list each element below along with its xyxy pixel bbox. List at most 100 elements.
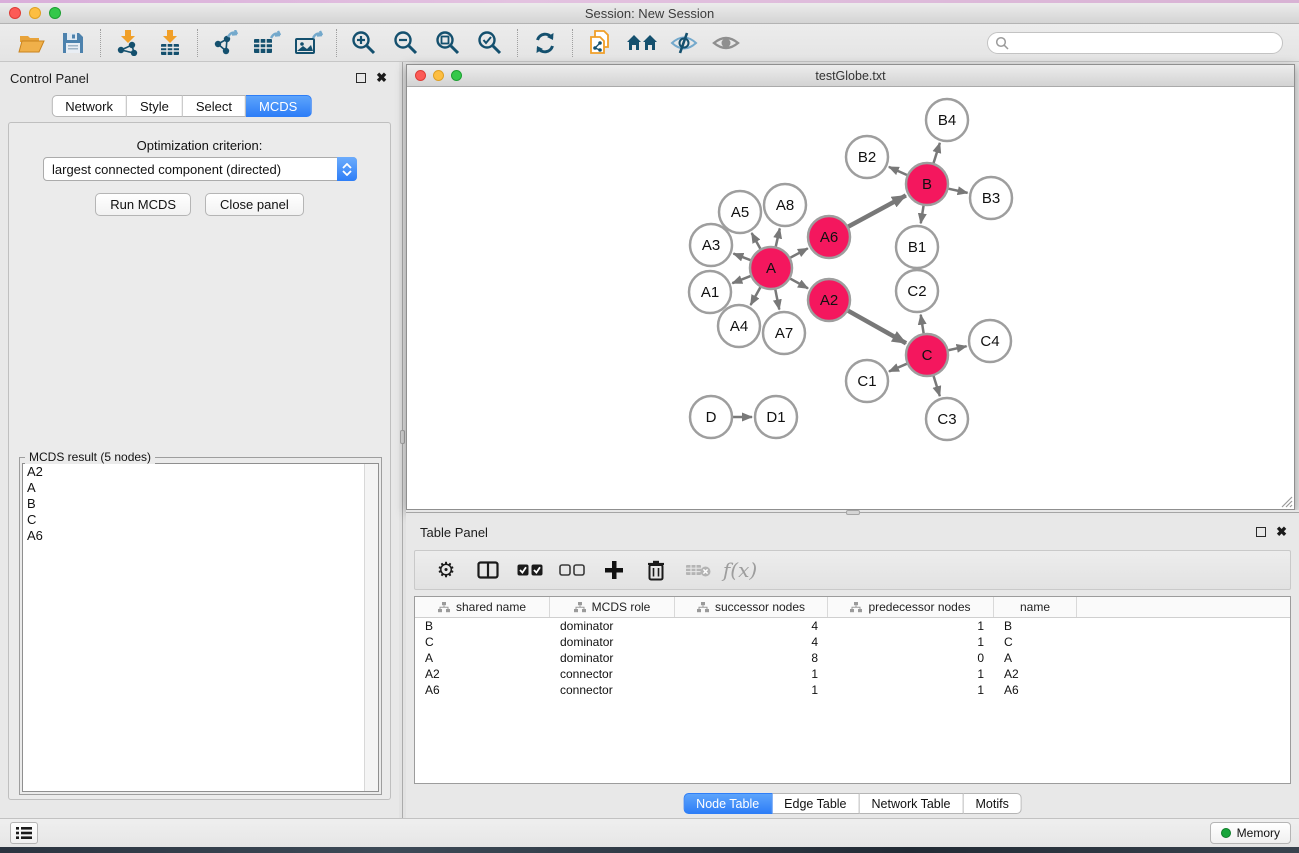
- graph-node-A2[interactable]: A2: [808, 279, 850, 321]
- table-cell[interactable]: dominator: [550, 634, 675, 650]
- save-session-button[interactable]: [52, 27, 94, 59]
- float-panel-icon[interactable]: [1256, 527, 1266, 537]
- graph-node-B4[interactable]: B4: [926, 99, 968, 141]
- table-cell[interactable]: A6: [415, 682, 550, 698]
- table-cell[interactable]: 1: [828, 618, 994, 634]
- refresh-view-button[interactable]: [524, 27, 566, 59]
- import-network-button[interactable]: [107, 27, 149, 59]
- table-cell[interactable]: A: [994, 650, 1077, 666]
- graph-node-B2[interactable]: B2: [846, 136, 888, 178]
- edge-B-B4[interactable]: [933, 143, 940, 166]
- export-network-button[interactable]: [204, 27, 246, 59]
- edge-C-C2[interactable]: [921, 315, 924, 337]
- edge-B-B2[interactable]: [889, 167, 910, 176]
- table-cell[interactable]: C: [994, 634, 1077, 650]
- hide-selection-button[interactable]: [663, 27, 705, 59]
- search-box[interactable]: [987, 32, 1283, 54]
- table-cell[interactable]: dominator: [550, 618, 675, 634]
- splitter-handle[interactable]: [846, 510, 860, 515]
- zoom-selected-button[interactable]: [469, 27, 511, 59]
- tab-mcds[interactable]: MCDS: [246, 95, 311, 117]
- vertical-splitter[interactable]: [399, 62, 406, 818]
- deselect-all-button[interactable]: [555, 555, 589, 585]
- optimization-criterion-select[interactable]: largest connected component (directed): [43, 157, 357, 181]
- graph-node-A[interactable]: A: [750, 247, 792, 289]
- graph-node-D1[interactable]: D1: [755, 396, 797, 438]
- mcds-result-list[interactable]: A2ABCA6: [22, 463, 379, 792]
- edge-A-A7[interactable]: [775, 287, 780, 310]
- graph-node-B[interactable]: B: [906, 163, 948, 205]
- table-cell[interactable]: B: [415, 618, 550, 634]
- select-all-button[interactable]: [513, 555, 547, 585]
- graph-node-A7[interactable]: A7: [763, 312, 805, 354]
- memory-button[interactable]: Memory: [1210, 822, 1291, 844]
- scrollbar[interactable]: [364, 464, 378, 791]
- export-table-button[interactable]: [246, 27, 288, 59]
- graph-node-C2[interactable]: C2: [896, 270, 938, 312]
- mcds-result-item[interactable]: B: [23, 496, 378, 512]
- column-header-predecessor-nodes[interactable]: predecessor nodes: [828, 597, 994, 617]
- open-session-button[interactable]: [10, 27, 52, 59]
- tab-edge-table[interactable]: Edge Table: [772, 793, 859, 814]
- table-row[interactable]: Adominator80A: [415, 650, 1290, 666]
- table-cell[interactable]: connector: [550, 666, 675, 682]
- tab-select[interactable]: Select: [183, 95, 246, 117]
- export-image-button[interactable]: [288, 27, 330, 59]
- table-cell[interactable]: 4: [675, 618, 828, 634]
- splitter-handle[interactable]: [400, 430, 405, 444]
- table-row[interactable]: Bdominator41B: [415, 618, 1290, 634]
- tab-motifs[interactable]: Motifs: [963, 793, 1021, 814]
- graph-node-A4[interactable]: A4: [718, 305, 760, 347]
- edge-A-A2[interactable]: [788, 277, 808, 288]
- edge-A-A4[interactable]: [751, 285, 762, 305]
- graph-node-C[interactable]: C: [906, 334, 948, 376]
- table-cell[interactable]: 4: [675, 634, 828, 650]
- float-panel-icon[interactable]: [356, 73, 366, 83]
- edge-A-A1[interactable]: [732, 275, 753, 283]
- graph-node-A8[interactable]: A8: [764, 184, 806, 226]
- delete-column-button[interactable]: [639, 555, 673, 585]
- mcds-result-item[interactable]: A2: [23, 464, 378, 480]
- table-cell[interactable]: dominator: [550, 650, 675, 666]
- table-cell[interactable]: 8: [675, 650, 828, 666]
- column-header-successor-nodes[interactable]: successor nodes: [675, 597, 828, 617]
- edge-C-C1[interactable]: [889, 363, 910, 372]
- edge-A6-B[interactable]: [846, 195, 906, 228]
- graph-node-A6[interactable]: A6: [808, 216, 850, 258]
- resize-grip-icon[interactable]: [1279, 494, 1293, 508]
- table-row[interactable]: A6connector11A6: [415, 682, 1290, 698]
- graph-node-D[interactable]: D: [690, 396, 732, 438]
- show-task-history-button[interactable]: [10, 822, 38, 844]
- table-cell[interactable]: 1: [828, 666, 994, 682]
- table-options-button[interactable]: ⚙: [429, 555, 463, 585]
- table-cell[interactable]: B: [994, 618, 1077, 634]
- zoom-out-button[interactable]: [385, 27, 427, 59]
- table-cell[interactable]: A2: [994, 666, 1077, 682]
- duplicate-network-button[interactable]: [579, 27, 621, 59]
- tab-style[interactable]: Style: [127, 95, 183, 117]
- edge-A-A6[interactable]: [788, 248, 808, 259]
- column-header-shared-name[interactable]: shared name: [415, 597, 550, 617]
- network-window-titlebar[interactable]: testGlobe.txt: [407, 65, 1294, 87]
- edge-C-C3[interactable]: [933, 373, 940, 396]
- tab-node-table[interactable]: Node Table: [683, 793, 772, 814]
- mcds-result-item[interactable]: A6: [23, 528, 378, 544]
- graph-node-B1[interactable]: B1: [896, 226, 938, 268]
- graph-node-A5[interactable]: A5: [719, 191, 761, 233]
- table-cell[interactable]: C: [415, 634, 550, 650]
- column-header-name[interactable]: name: [994, 597, 1077, 617]
- table-cell[interactable]: 1: [675, 666, 828, 682]
- close-panel-icon[interactable]: ✖: [376, 73, 387, 83]
- mcds-result-item[interactable]: C: [23, 512, 378, 528]
- graph-node-C3[interactable]: C3: [926, 398, 968, 440]
- show-column-button[interactable]: [471, 555, 505, 585]
- table-cell[interactable]: A2: [415, 666, 550, 682]
- column-header-MCDS-role[interactable]: MCDS role: [550, 597, 675, 617]
- graph-node-A3[interactable]: A3: [690, 224, 732, 266]
- table-cell[interactable]: A: [415, 650, 550, 666]
- zoom-in-button[interactable]: [343, 27, 385, 59]
- import-table-button[interactable]: [149, 27, 191, 59]
- tab-network[interactable]: Network: [51, 95, 127, 117]
- table-cell[interactable]: connector: [550, 682, 675, 698]
- table-cell[interactable]: 1: [828, 682, 994, 698]
